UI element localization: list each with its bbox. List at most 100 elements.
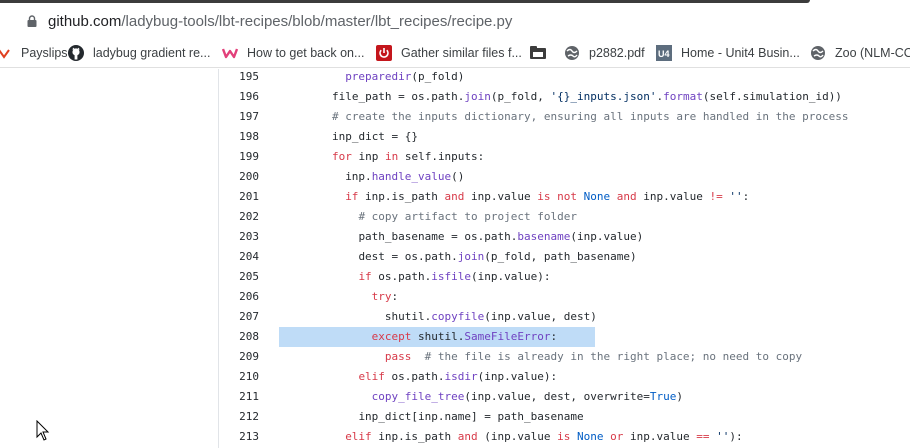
line-number[interactable]: 211 bbox=[219, 387, 259, 407]
code-token: True bbox=[649, 390, 677, 403]
line-number[interactable]: 198 bbox=[219, 127, 259, 147]
code-text: for inp in self.inputs: bbox=[332, 147, 484, 167]
github-icon bbox=[68, 45, 84, 61]
code-line: 204 dest = os.path.join(p_fold, path_base… bbox=[219, 247, 910, 267]
line-number[interactable]: 209 bbox=[219, 347, 259, 367]
code-line: 196 file_path = os.path.join(p_fold, '{}_… bbox=[219, 87, 910, 107]
bookmark-payslips[interactable]: Payslips bbox=[0, 44, 68, 62]
bookmark-label: Home - Unit4 Busin... bbox=[681, 46, 800, 60]
code-token: dest = os.path. bbox=[358, 250, 458, 263]
code-token: shutil. bbox=[384, 310, 432, 323]
code-token: pass bbox=[384, 350, 412, 363]
code-text: inp_dict = {} bbox=[332, 127, 418, 147]
code-line: 200 inp.handle_value() bbox=[219, 167, 910, 187]
line-number[interactable]: 197 bbox=[219, 107, 259, 127]
u4-icon: U4 bbox=[656, 45, 672, 61]
line-number[interactable]: 204 bbox=[219, 247, 259, 267]
line-number[interactable]: 208 bbox=[219, 327, 259, 347]
code-token: inp.is_path bbox=[358, 190, 445, 203]
code-line: 201 if inp.is_path and inp.value is not N… bbox=[219, 187, 910, 207]
code-line: 198 inp_dict = {} bbox=[219, 127, 910, 147]
bookmark-label: How to get back on... bbox=[247, 46, 365, 60]
url-host: github.com bbox=[48, 13, 122, 30]
code-token: inp.value bbox=[636, 190, 710, 203]
code-token: in bbox=[384, 150, 399, 163]
code-token: ) bbox=[676, 390, 683, 403]
code-token: (inp.value): bbox=[477, 370, 558, 383]
line-number[interactable]: 213 bbox=[219, 427, 259, 447]
line-number[interactable]: 212 bbox=[219, 407, 259, 427]
code-token: (self.simulation_id)) bbox=[702, 90, 842, 103]
bookmark-ladybug-gradient[interactable]: ladybug gradient re... bbox=[68, 44, 210, 62]
code-token: '{}_inputs.json' bbox=[550, 90, 657, 103]
code-token: and bbox=[616, 190, 637, 203]
bookmark-folder[interactable] bbox=[530, 44, 555, 62]
line-number[interactable]: 202 bbox=[219, 207, 259, 227]
line-number[interactable]: 207 bbox=[219, 307, 259, 327]
code-token: inp bbox=[351, 150, 385, 163]
code-line: 199 for inp in self.inputs: bbox=[219, 147, 910, 167]
code-token: (inp.value, dest) bbox=[484, 310, 597, 323]
code-token: preparedir bbox=[345, 70, 412, 83]
code-token: '' bbox=[716, 430, 730, 443]
code-token: if bbox=[345, 190, 359, 203]
code-token: copyfile bbox=[431, 310, 485, 323]
code-text: path_basename = os.path.basename(inp.val… bbox=[358, 227, 643, 247]
code-text: elif inp.is_path and (inp.value is None … bbox=[345, 427, 742, 447]
code-token: (inp.value): bbox=[471, 270, 551, 283]
bookmark-zoo[interactable]: Zoo (NLM-CO bbox=[810, 44, 910, 62]
line-number[interactable]: 206 bbox=[219, 287, 259, 307]
code-token: inp_dict = {} bbox=[331, 130, 419, 143]
code-line: 209 pass # the file is already in the rig… bbox=[219, 347, 910, 367]
code-text: # create the inputs dictionary, ensuring… bbox=[332, 107, 849, 127]
code-token: os.path. bbox=[384, 370, 445, 383]
bookmark-how-to-get-back[interactable]: How to get back on... bbox=[222, 44, 364, 62]
bookmark-label: p2882.pdf bbox=[589, 46, 645, 60]
code-token: inp.value bbox=[464, 190, 538, 203]
w-logo-icon bbox=[222, 45, 238, 61]
line-number[interactable]: 203 bbox=[219, 227, 259, 247]
code-line: 212 inp_dict[inp.name] = path_basename bbox=[219, 407, 910, 427]
code-token: or bbox=[610, 430, 624, 443]
line-number[interactable]: 199 bbox=[219, 147, 259, 167]
code-token: is bbox=[557, 430, 571, 443]
bookmark-gather-similar[interactable]: Gather similar files f... bbox=[376, 44, 522, 62]
line-number[interactable]: 195 bbox=[219, 67, 259, 87]
code-text: # copy artifact to project folder bbox=[358, 207, 577, 227]
code-text: shutil.copyfile(inp.value, dest) bbox=[385, 307, 597, 327]
lock-icon bbox=[27, 15, 37, 27]
bookmark-label: ladybug gradient re... bbox=[93, 46, 211, 60]
bookmark-unit4[interactable]: U4 Home - Unit4 Busin... bbox=[656, 44, 800, 62]
bookmark-label: Zoo (NLM-CO bbox=[835, 46, 910, 60]
bookmark-p2882[interactable]: p2882.pdf bbox=[564, 44, 645, 62]
code-viewer[interactable]: 195 preparedir(p_fold) 196 file_path = os.p… bbox=[219, 67, 910, 448]
url-text[interactable]: github.com/ladybug-tools/lbt-recipes/blo… bbox=[48, 13, 512, 30]
code-text: except shutil.SameFileError: bbox=[372, 327, 557, 347]
bookmarks-bar: Payslips ladybug gradient re... How to g… bbox=[0, 38, 910, 68]
code-text: pass # the file is already in the right … bbox=[385, 347, 802, 367]
bookmark-label: Payslips bbox=[21, 46, 68, 60]
code-text: dest = os.path.join(p_fold, path_basenam… bbox=[358, 247, 636, 267]
code-token: inp.value bbox=[623, 430, 697, 443]
code-token: if bbox=[358, 270, 372, 283]
address-bar[interactable]: github.com/ladybug-tools/lbt-recipes/blo… bbox=[0, 4, 910, 38]
code-token: elif bbox=[345, 430, 372, 443]
line-number[interactable]: 196 bbox=[219, 87, 259, 107]
code-token: : bbox=[550, 330, 558, 343]
line-number[interactable]: 210 bbox=[219, 367, 259, 387]
code-token: format bbox=[663, 90, 703, 103]
code-token: : bbox=[742, 190, 750, 203]
code-line: 213 elif inp.is_path and (inp.value is No… bbox=[219, 427, 910, 447]
line-number[interactable]: 205 bbox=[219, 267, 259, 287]
code-token: None bbox=[577, 430, 604, 443]
line-number[interactable]: 201 bbox=[219, 187, 259, 207]
code-line: 207 shutil.copyfile(inp.value, dest) bbox=[219, 307, 910, 327]
code-token: handle_value bbox=[371, 170, 452, 183]
code-token: for bbox=[331, 150, 352, 163]
code-token: and bbox=[457, 430, 478, 443]
line-number[interactable]: 200 bbox=[219, 167, 259, 187]
code-token: path_basename = os.path. bbox=[358, 230, 518, 243]
code-text: file_path = os.path.join(p_fold, '{}_inp… bbox=[332, 87, 842, 107]
